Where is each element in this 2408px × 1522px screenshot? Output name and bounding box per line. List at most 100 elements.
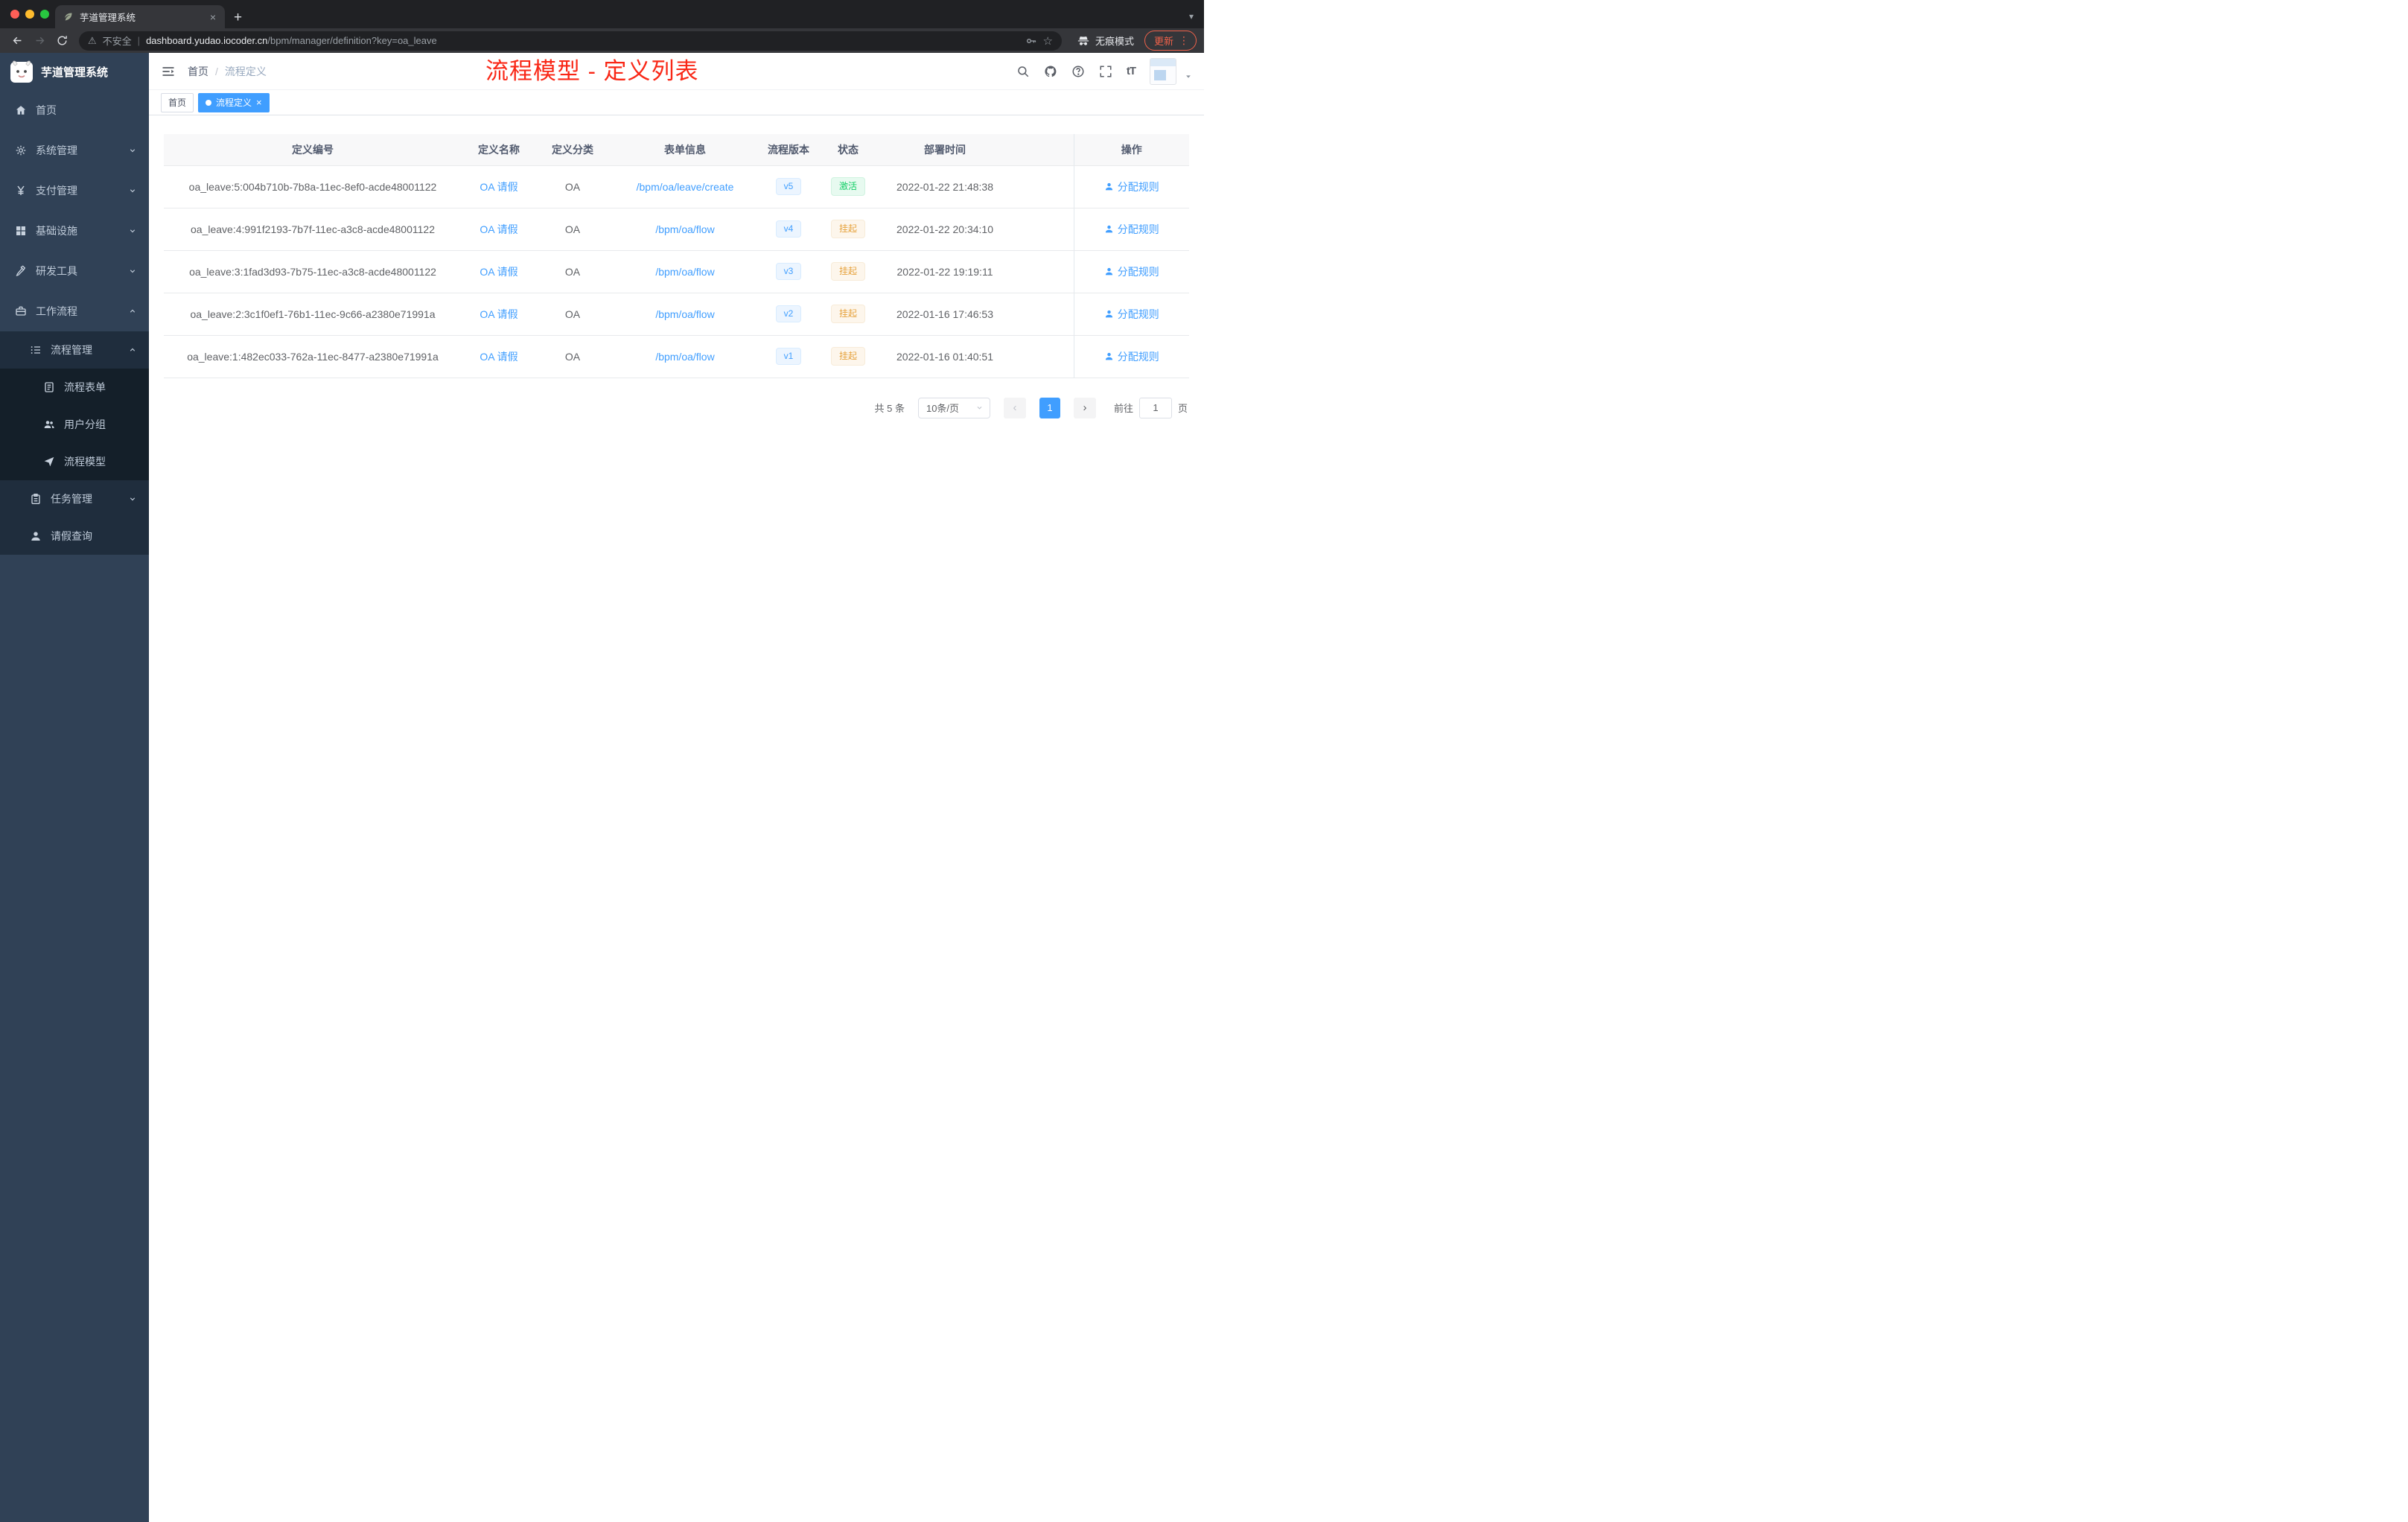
page-1-button[interactable]: 1 <box>1039 397 1060 418</box>
not-secure-warning-icon: ⚠ <box>88 34 97 46</box>
status-tag: 挂起 <box>830 346 865 366</box>
goto-page: 前往 页 <box>1114 397 1188 418</box>
sidebar-item-label: 请假查询 <box>51 530 92 542</box>
tab-title: 芋道管理系统 <box>80 13 136 23</box>
chrome-update-button[interactable]: 更新 ⋮ <box>1144 31 1197 51</box>
status-tag: 挂起 <box>830 261 865 281</box>
active-dot <box>206 99 212 106</box>
breadcrumb-current: 流程定义 <box>224 65 267 77</box>
prev-page-button[interactable]: ‹ <box>1003 397 1026 418</box>
sidebar-item-label: 流程管理 <box>51 344 92 356</box>
top-navbar: 首页 / 流程定义 流程模型 - 定义列表 tT <box>149 53 1204 90</box>
sidebar-item-process-management[interactable]: 流程管理 <box>0 331 149 369</box>
new-tab-button[interactable]: + <box>234 10 242 25</box>
sidebar-item-infrastructure[interactable]: 基础设施 <box>0 211 149 251</box>
tab-search-chevron-icon[interactable]: ▾ <box>1189 11 1194 22</box>
font-size-icon[interactable]: tT <box>1127 65 1136 77</box>
form-link[interactable]: /bpm/oa/flow <box>655 308 714 320</box>
sidebar-item-system[interactable]: 系统管理 <box>0 130 149 171</box>
form-link[interactable]: /bpm/oa/leave/create <box>637 181 734 193</box>
bookmark-star-icon[interactable]: ☆ <box>1043 34 1053 48</box>
definition-name-link[interactable]: OA 请假 <box>480 181 517 193</box>
view-tag-首页[interactable]: 首页 <box>161 92 194 112</box>
sidebar-item-process-form[interactable]: 流程表单 <box>0 369 149 406</box>
address-bar[interactable]: ⚠ 不安全 | dashboard.yudao.iocoder.cn/bpm/m… <box>79 31 1062 51</box>
sidebar-item-home[interactable]: 首页 <box>0 90 149 130</box>
forward-button[interactable] <box>30 31 49 51</box>
view-tag-流程定义[interactable]: 流程定义 × <box>198 92 270 112</box>
close-window-button[interactable] <box>10 10 19 19</box>
status-tag: 挂起 <box>830 304 865 324</box>
table-row: oa_leave:4:991f2193-7b7f-11ec-a3c8-acde4… <box>164 208 1189 251</box>
definition-name-link[interactable]: OA 请假 <box>480 351 517 363</box>
sidebar-item-label: 研发工具 <box>36 265 77 277</box>
assign-rule-link[interactable]: 分配规则 <box>1104 349 1159 364</box>
close-tab-icon[interactable]: × <box>208 11 217 23</box>
browser-menu-kebab-icon[interactable]: ⋮ <box>1179 34 1189 47</box>
favicon-leaf-icon <box>63 11 74 22</box>
form-link[interactable]: /bpm/oa/flow <box>655 223 714 235</box>
reload-button[interactable] <box>52 31 71 51</box>
chevron-down-icon[interactable] <box>1185 73 1192 80</box>
definition-id: oa_leave:1:482ec033-762a-11ec-8477-a2380… <box>164 335 462 378</box>
goto-page-input[interactable] <box>1138 397 1172 418</box>
tab-strip: 芋道管理系统 × + ▾ <box>0 0 1204 28</box>
sidebar-item-workflow[interactable]: 工作流程 <box>0 291 149 331</box>
sidebar-item-leave-query[interactable]: 请假查询 <box>0 518 149 555</box>
table-header-row: 定义编号 定义名称 定义分类 表单信息 流程版本 状态 部署时间 操作 <box>164 134 1189 166</box>
definition-name-link[interactable]: OA 请假 <box>480 223 517 235</box>
avatar[interactable] <box>1150 57 1176 85</box>
browser-toolbar: ⚠ 不安全 | dashboard.yudao.iocoder.cn/bpm/m… <box>0 28 1204 53</box>
password-key-icon[interactable] <box>1025 35 1037 47</box>
sidebar-logo[interactable]: 芋道管理系统 <box>0 53 149 90</box>
sidebar-item-devtools[interactable]: 研发工具 <box>0 251 149 291</box>
chevron-down-icon <box>128 226 137 235</box>
version-tag: v5 <box>775 177 802 196</box>
hamburger-icon[interactable] <box>161 64 176 79</box>
assign-rule-link[interactable]: 分配规则 <box>1104 179 1159 194</box>
filler-cell <box>1010 165 1074 208</box>
definition-name-link[interactable]: OA 请假 <box>480 308 517 320</box>
sidebar-item-payment[interactable]: 支付管理 <box>0 171 149 211</box>
user-icon <box>1104 351 1114 361</box>
assign-rule-link[interactable]: 分配规则 <box>1104 264 1159 279</box>
assign-rule-link[interactable]: 分配规则 <box>1104 222 1159 237</box>
github-icon[interactable] <box>1044 65 1057 78</box>
minimize-window-button[interactable] <box>25 10 34 19</box>
assign-rule-link[interactable]: 分配规则 <box>1104 307 1159 322</box>
close-icon[interactable]: × <box>256 98 262 107</box>
page-size-select[interactable]: 10条/页 <box>917 397 990 418</box>
sidebar-item-process-model[interactable]: 流程模型 <box>0 443 149 480</box>
browser-tab[interactable]: 芋道管理系统 × <box>55 5 225 28</box>
main-area: 首页 / 流程定义 流程模型 - 定义列表 tT 首页 流程定义 × 定义编号 … <box>149 53 1204 1522</box>
deploy-time: 2022-01-16 17:46:53 <box>880 293 1010 336</box>
fullscreen-icon[interactable] <box>1099 65 1112 78</box>
user-icon <box>1104 309 1114 319</box>
form-link[interactable]: /bpm/oa/flow <box>655 351 714 363</box>
definition-name-link[interactable]: OA 请假 <box>480 266 517 278</box>
sidebar-item-task-management[interactable]: 任务管理 <box>0 480 149 518</box>
sidebar-item-user-group[interactable]: 用户分组 <box>0 406 149 443</box>
process-management-icon <box>30 344 42 356</box>
help-icon[interactable] <box>1071 65 1085 78</box>
column-header: 部署时间 <box>880 134 1010 166</box>
back-button[interactable] <box>7 31 27 51</box>
breadcrumb-home[interactable]: 首页 <box>188 64 208 79</box>
next-page-button[interactable]: › <box>1073 397 1096 418</box>
version-tag: v2 <box>775 305 802 323</box>
logo-rabbit-icon <box>10 60 34 83</box>
chevron-down-icon <box>128 494 137 503</box>
breadcrumb-separator: / <box>215 65 218 77</box>
tools-icon <box>15 265 27 277</box>
security-label: 不安全 <box>102 36 132 47</box>
form-link[interactable]: /bpm/oa/flow <box>655 266 714 278</box>
maximize-window-button[interactable] <box>40 10 49 19</box>
search-icon[interactable] <box>1016 65 1030 78</box>
tag-label: 流程定义 <box>216 98 252 108</box>
sidebar: 芋道管理系统 首页 系统管理 支付管理 基础设施研发工具工作流程流程管理流程表单 用户分… <box>0 53 149 1522</box>
deploy-time: 2022-01-22 21:48:38 <box>880 165 1010 208</box>
incognito-label: 无痕模式 <box>1095 36 1134 47</box>
definition-id: oa_leave:5:004b710b-7b8a-11ec-8ef0-acde4… <box>164 165 462 208</box>
sidebar-item-label: 任务管理 <box>51 493 92 505</box>
pagination-total: 共 5 条 <box>874 403 905 414</box>
